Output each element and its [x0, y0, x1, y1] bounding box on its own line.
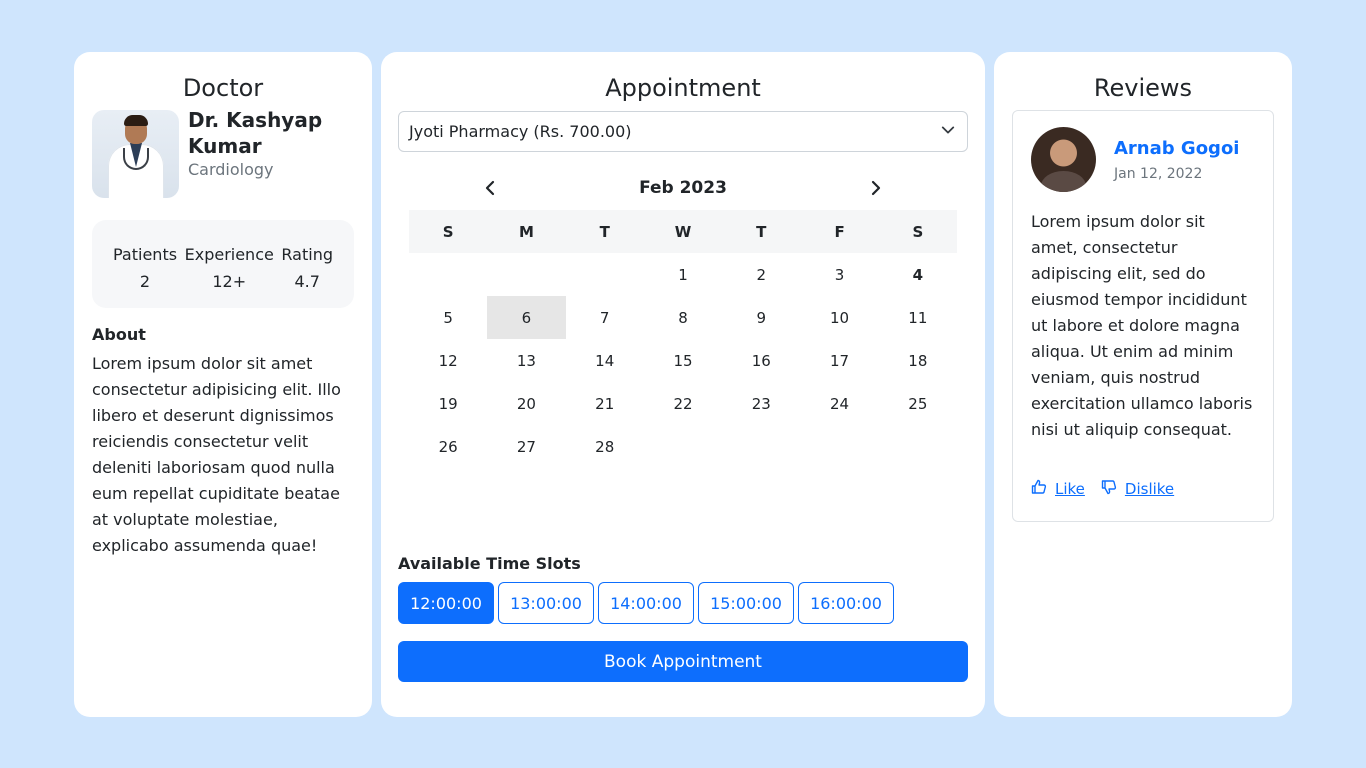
- doctor-stats: Patients 2 Experience 12+ Rating 4.7: [92, 220, 354, 308]
- calendar-empty-cell: [566, 253, 644, 296]
- time-slot-button[interactable]: 13:00:00: [498, 582, 594, 624]
- doctor-info: Dr. Kashyap Kumar Cardiology: [188, 108, 328, 198]
- thumbs-up-icon: [1031, 479, 1047, 499]
- weekday-header: W: [643, 210, 723, 253]
- calendar-empty-cell: [487, 253, 565, 296]
- calendar-day[interactable]: 9: [722, 296, 800, 339]
- weekday-header: M: [487, 210, 566, 253]
- time-slot-button[interactable]: 12:00:00: [398, 582, 494, 624]
- calendar-empty-cell: [722, 425, 800, 468]
- prev-month-button[interactable]: [479, 176, 503, 200]
- reviews-card: Reviews Arnab Gogoi Jan 12, 2022 Lorem i…: [994, 52, 1292, 717]
- calendar-empty-cell: [409, 253, 487, 296]
- review-item: Arnab Gogoi Jan 12, 2022 Lorem ipsum dol…: [1012, 110, 1274, 522]
- stat-label: Experience: [184, 245, 274, 264]
- stat-value: 4.7: [294, 272, 320, 291]
- review-header: Arnab Gogoi Jan 12, 2022: [1031, 127, 1255, 192]
- dislike-label: Dislike: [1124, 480, 1175, 498]
- doctor-name: Dr. Kashyap Kumar: [188, 108, 323, 158]
- calendar-day[interactable]: 25: [879, 382, 957, 425]
- doctor-card-title: Doctor: [182, 74, 264, 102]
- time-slot-button[interactable]: 15:00:00: [698, 582, 794, 624]
- calendar-day[interactable]: 21: [566, 382, 644, 425]
- reviews-card-title: Reviews: [1093, 74, 1193, 102]
- reviewer-avatar: [1031, 127, 1096, 192]
- calendar-grid: S M T W T F S 1 2 3 4 5 6 7 8 9 10 11 12 13 14 15 16 17 18 19 20 21…: [409, 210, 957, 468]
- calendar-day[interactable]: 27: [487, 425, 565, 468]
- review-text: Lorem ipsum dolor sit amet, consectetur …: [1031, 212, 1253, 439]
- weekday-header: S: [409, 210, 488, 253]
- calendar-day[interactable]: 16: [722, 339, 800, 382]
- calendar-day[interactable]: 1: [644, 253, 722, 296]
- review-actions: Like Dislike: [1031, 479, 1255, 499]
- calendar-day[interactable]: 4: [879, 253, 957, 296]
- calendar-day[interactable]: 18: [879, 339, 957, 382]
- stat-label: Patients: [113, 245, 178, 264]
- calendar-day[interactable]: 8: [644, 296, 722, 339]
- calendar-month: Feb 2023: [639, 178, 727, 198]
- calendar-empty-cell: [644, 425, 722, 468]
- next-month-button[interactable]: [863, 176, 887, 200]
- about-heading: About: [92, 325, 146, 344]
- calendar-day[interactable]: 28: [566, 425, 644, 468]
- stat-value: 12+: [212, 272, 247, 291]
- calendar-day[interactable]: 22: [644, 382, 722, 425]
- chevron-down-icon: [941, 122, 955, 141]
- chevron-right-icon: [871, 180, 881, 196]
- stat-label: Rating: [281, 245, 333, 264]
- doctor-avatar: [92, 110, 179, 198]
- calendar-day[interactable]: 2: [722, 253, 800, 296]
- like-button[interactable]: Like: [1031, 479, 1085, 499]
- about-text: Lorem ipsum dolor sit amet consectetur a…: [92, 354, 341, 555]
- calendar-day[interactable]: 12: [409, 339, 487, 382]
- stat-value: 2: [139, 272, 151, 291]
- calendar-day[interactable]: 11: [879, 296, 957, 339]
- calendar-day[interactable]: 23: [722, 382, 800, 425]
- time-slots-heading: Available Time Slots: [398, 554, 581, 573]
- review-date: Jan 12, 2022: [1114, 165, 1203, 182]
- thumbs-down-icon: [1101, 479, 1117, 499]
- appointment-card: Appointment Jyoti Pharmacy (Rs. 700.00) …: [381, 52, 985, 717]
- book-appointment-button[interactable]: Book Appointment: [398, 641, 968, 682]
- stat-patients: Patients 2: [113, 241, 177, 308]
- calendar-empty-cell: [879, 425, 957, 468]
- calendar-day[interactable]: 3: [800, 253, 878, 296]
- chevron-left-icon: [485, 180, 495, 196]
- calendar-day[interactable]: 15: [644, 339, 722, 382]
- pharmacy-select[interactable]: Jyoti Pharmacy (Rs. 700.00): [398, 111, 968, 152]
- time-slots: 12:00:00 13:00:00 14:00:00 15:00:00 16:00:00: [398, 582, 894, 624]
- calendar-day[interactable]: 20: [487, 382, 565, 425]
- doctor-header: Dr. Kashyap Kumar Cardiology: [92, 108, 354, 198]
- stat-experience: Experience 12+: [185, 241, 274, 308]
- reviewer-name[interactable]: Arnab Gogoi: [1114, 138, 1239, 160]
- calendar-day[interactable]: 10: [800, 296, 878, 339]
- calendar-day[interactable]: 19: [409, 382, 487, 425]
- calendar-day[interactable]: 26: [409, 425, 487, 468]
- calendar: Feb 2023 S M T W T F S 1 2 3 4 5 6 7 8 9 10 11 12 13 14 15 16 1…: [409, 166, 957, 468]
- stat-rating: Rating 4.7: [281, 241, 333, 308]
- appointment-card-title: Appointment: [605, 74, 761, 102]
- reviewer-meta: Arnab Gogoi Jan 12, 2022: [1114, 138, 1239, 182]
- calendar-nav: Feb 2023: [409, 166, 957, 210]
- weekday-header: T: [565, 210, 644, 253]
- doctor-specialty: Cardiology: [188, 160, 274, 179]
- time-slot-button[interactable]: 16:00:00: [798, 582, 894, 624]
- calendar-day[interactable]: 24: [800, 382, 878, 425]
- doctor-card: Doctor Dr. Kashyap Kumar Cardiology Pati…: [74, 52, 372, 717]
- calendar-day[interactable]: 17: [800, 339, 878, 382]
- time-slot-button[interactable]: 14:00:00: [598, 582, 694, 624]
- calendar-day[interactable]: 14: [566, 339, 644, 382]
- weekday-header: T: [722, 210, 801, 253]
- calendar-day[interactable]: 5: [409, 296, 487, 339]
- dislike-button[interactable]: Dislike: [1101, 479, 1174, 499]
- calendar-day[interactable]: 13: [487, 339, 565, 382]
- calendar-day[interactable]: 6: [487, 296, 566, 339]
- calendar-empty-cell: [800, 425, 878, 468]
- like-label: Like: [1055, 480, 1085, 498]
- pharmacy-select-value: Jyoti Pharmacy (Rs. 700.00): [409, 122, 632, 141]
- weekday-header: F: [800, 210, 879, 253]
- calendar-day[interactable]: 7: [566, 296, 644, 339]
- weekday-header: S: [878, 210, 957, 253]
